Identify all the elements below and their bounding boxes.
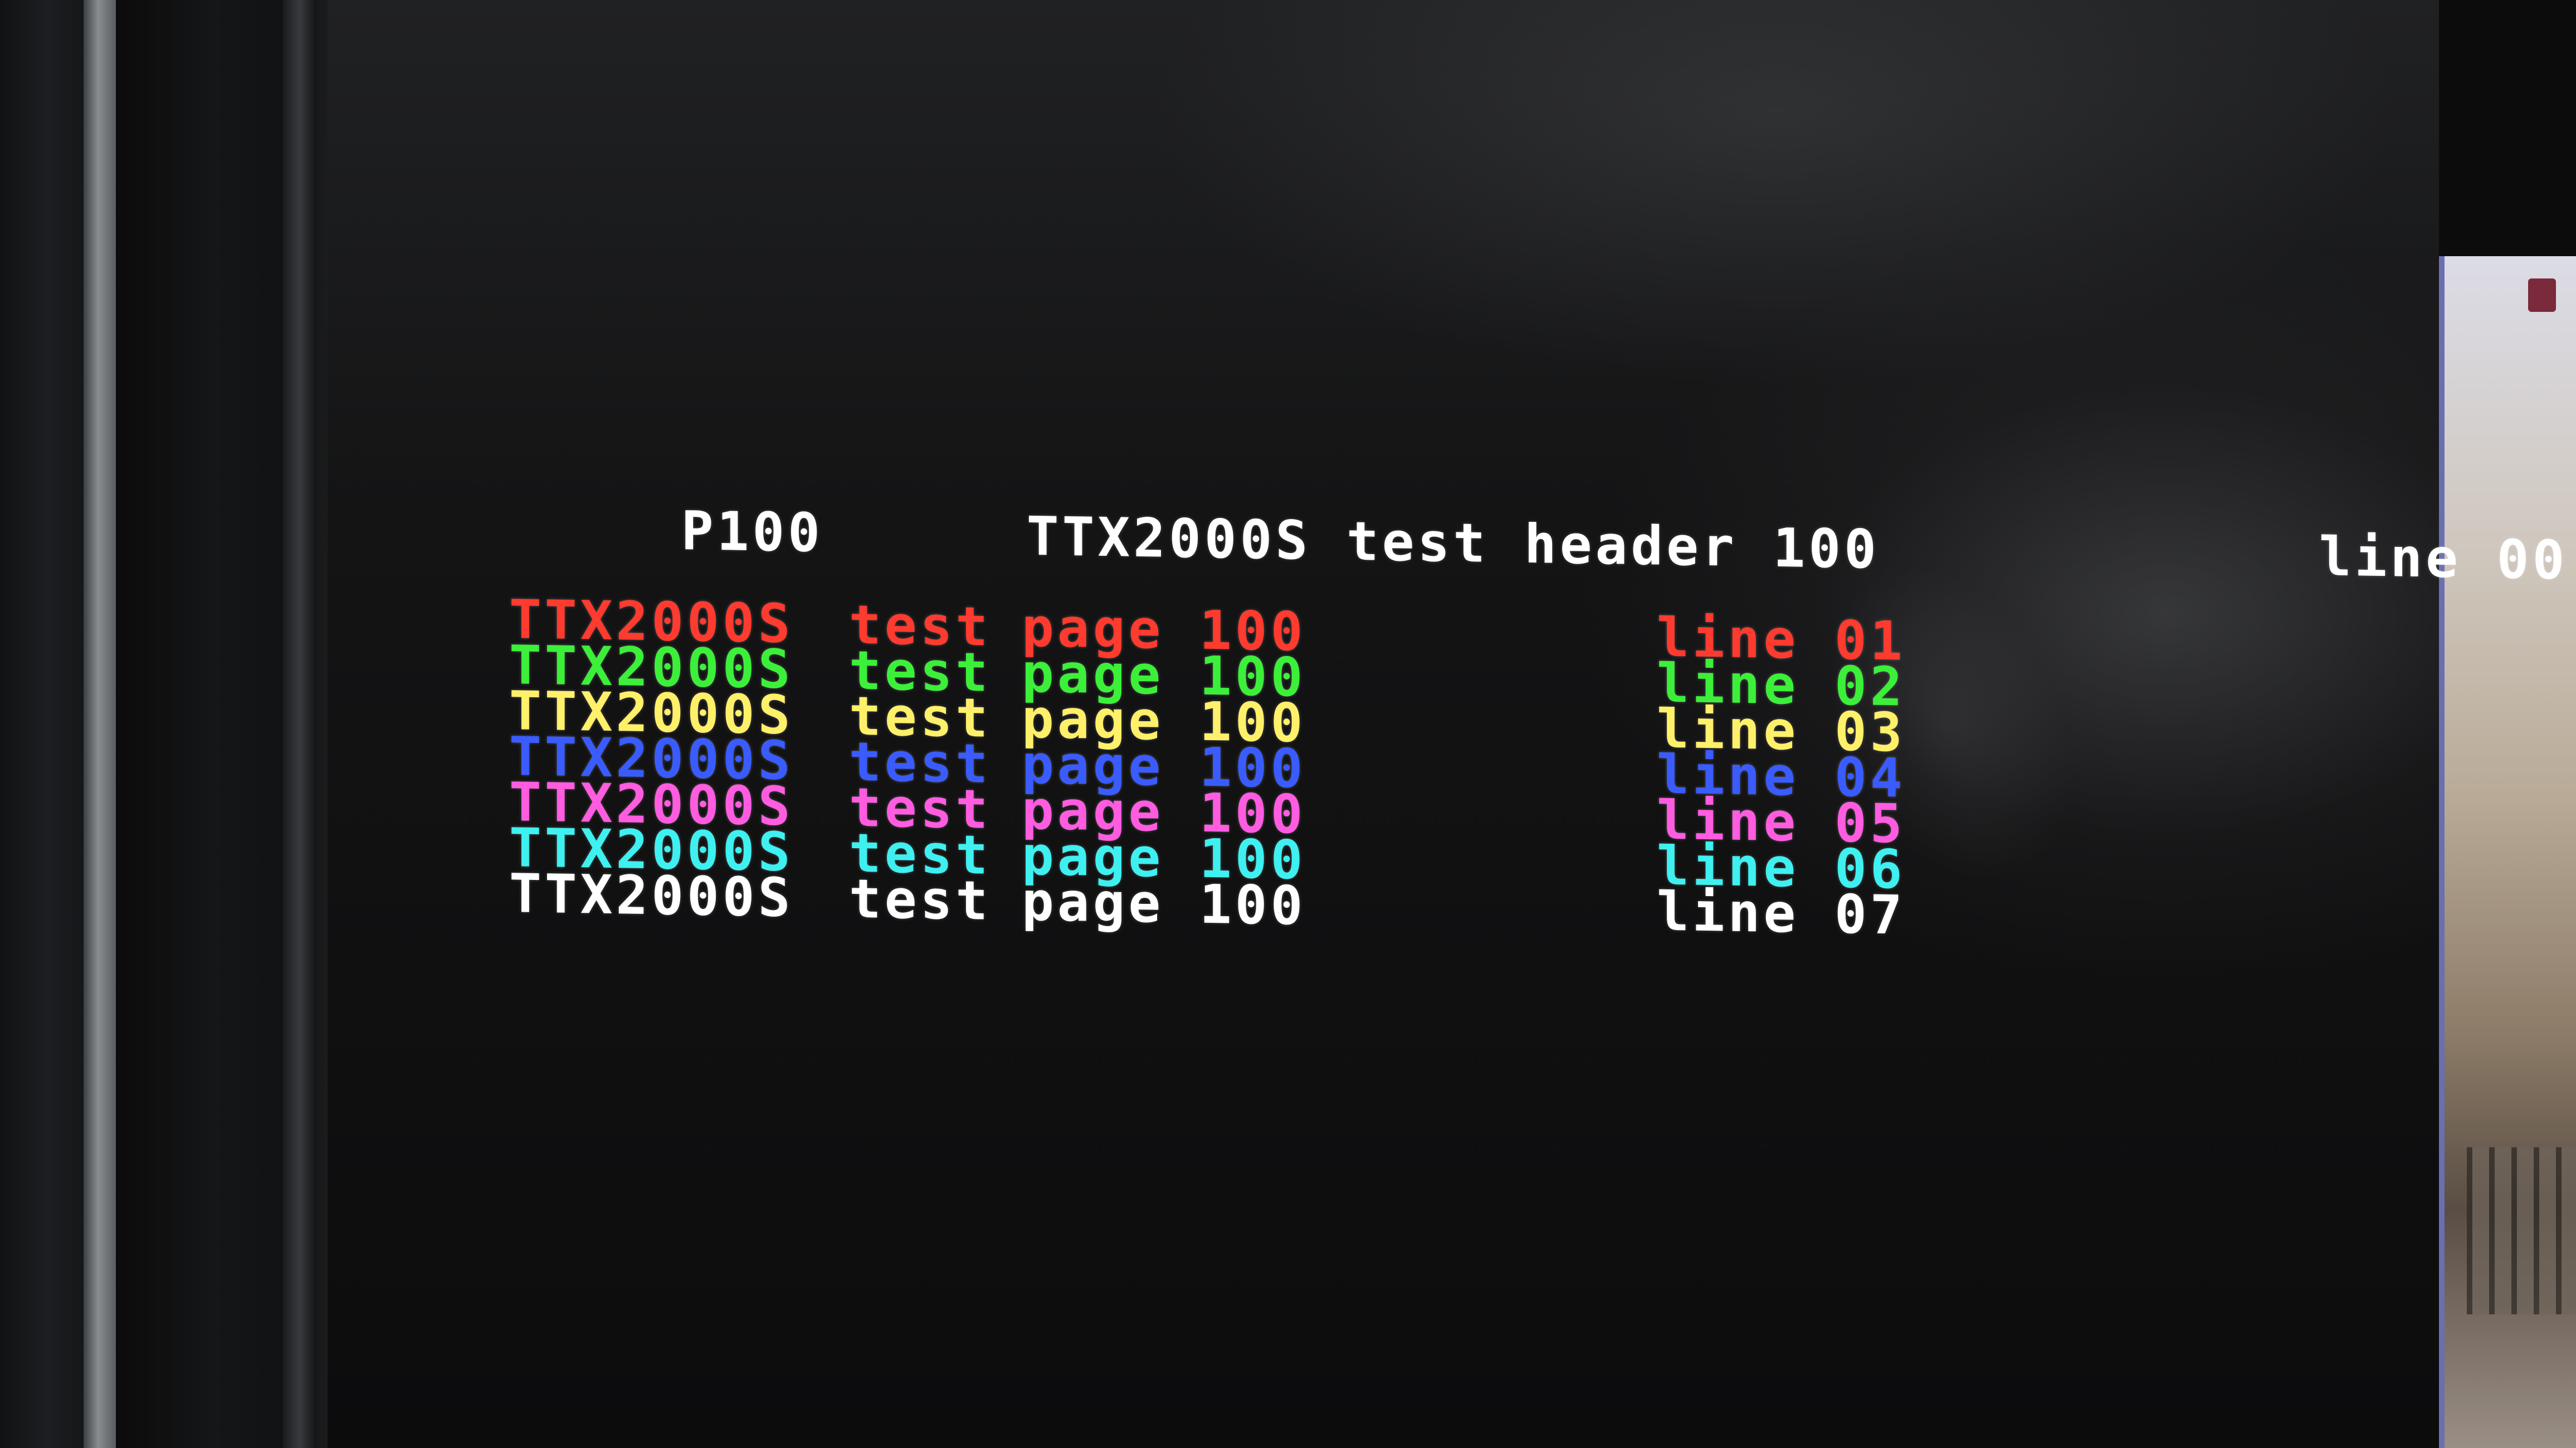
monitor-edge xyxy=(84,0,116,1448)
header-line-label: line 00 xyxy=(2319,525,2568,592)
teletext-rows: TTX2000S test page 100 line 01 TTX2000S test p… xyxy=(468,588,2568,948)
bezel-inner-edge xyxy=(283,0,316,1448)
page-number: P100 xyxy=(681,500,823,565)
row-page-label: page 100 xyxy=(1022,870,1306,937)
header-service-text: TTX2000S test header 100 xyxy=(1026,505,1880,581)
row-title: TTX2000S xyxy=(509,862,794,930)
teletext-page: P100 TTX2000S test header 100 line 00 TTX2… xyxy=(468,368,2568,1040)
teletext-header-row: P100 TTX2000S test header 100 line 00 xyxy=(468,459,2568,591)
row-word: test xyxy=(849,867,992,932)
photo-scene: P100 TTX2000S test header 100 line 00 TTX2… xyxy=(0,0,2576,1448)
row-line-label: line 07 xyxy=(1657,880,1906,947)
